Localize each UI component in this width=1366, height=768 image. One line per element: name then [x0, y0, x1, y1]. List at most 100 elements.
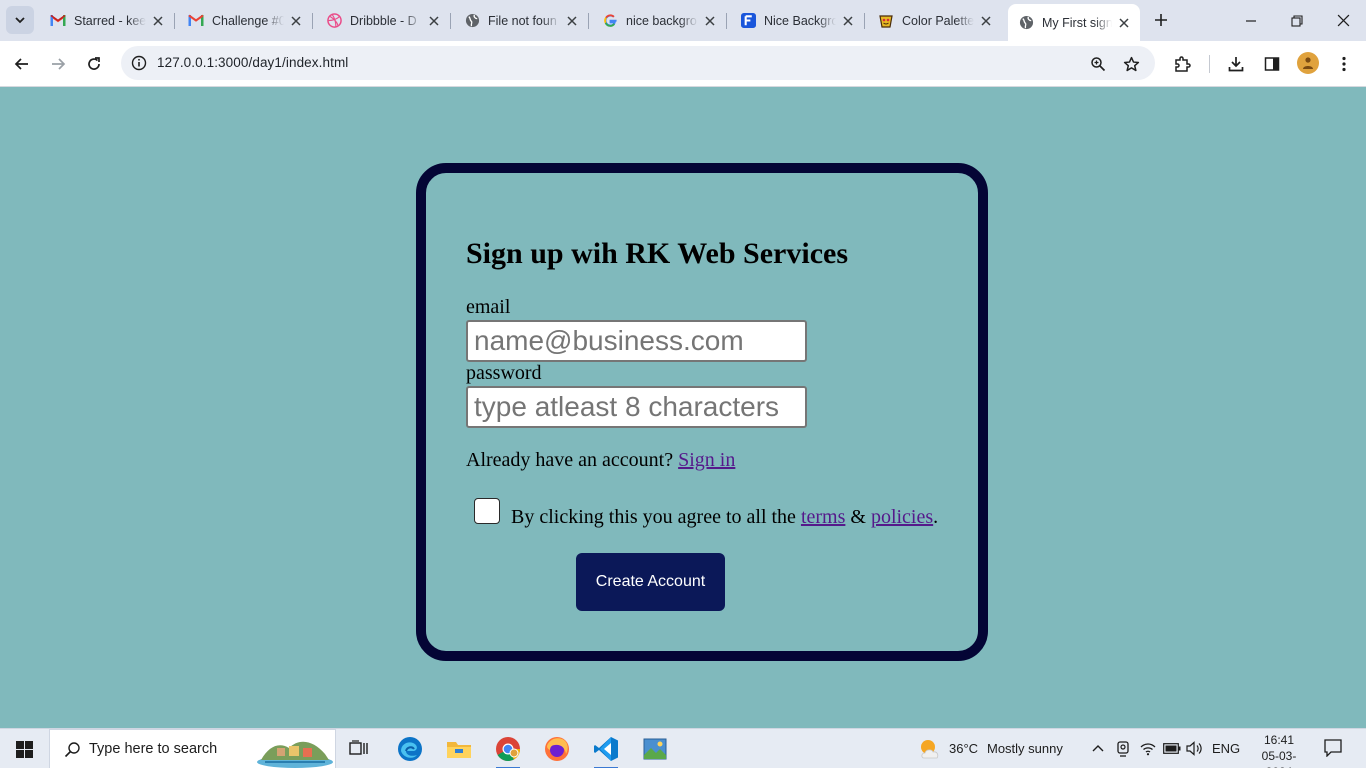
- restore-icon: [1291, 14, 1303, 27]
- browser-menu-button[interactable]: [1329, 49, 1359, 79]
- windows-logo-icon: [15, 740, 33, 758]
- tab-file-not-found[interactable]: File not foun: [454, 6, 589, 35]
- close-tab-icon[interactable]: [564, 13, 580, 29]
- restore-button[interactable]: [1274, 0, 1320, 41]
- weather-condition[interactable]: Mostly sunny: [987, 741, 1063, 756]
- start-button[interactable]: [0, 729, 48, 768]
- gmail-icon: [188, 13, 204, 29]
- globe-icon: [464, 13, 480, 29]
- chevron-up-icon[interactable]: [1092, 743, 1104, 753]
- address-bar[interactable]: 127.0.0.1:3000/day1/index.html: [121, 46, 1155, 80]
- palette-icon: [878, 13, 894, 29]
- puzzle-icon: [1175, 56, 1191, 72]
- close-tab-icon[interactable]: [150, 13, 166, 29]
- taskbar-clock[interactable]: 16:41 05-03-2024: [1254, 732, 1304, 768]
- task-view-button[interactable]: [343, 733, 375, 765]
- tab-my-first-signup[interactable]: My First sign: [1008, 4, 1140, 41]
- agree-statement: By clicking this you agree to all the te…: [511, 506, 938, 529]
- close-tab-icon[interactable]: [1116, 15, 1132, 31]
- taskbar-photos[interactable]: [639, 733, 671, 765]
- download-icon: [1228, 57, 1244, 72]
- taskbar-firefox[interactable]: [541, 733, 573, 765]
- windows-taskbar: Type here to search 36°C Mostly sunny EN…: [0, 728, 1366, 768]
- taskbar-vscode[interactable]: [590, 733, 622, 768]
- taskbar-search-box[interactable]: Type here to search: [49, 729, 336, 768]
- edge-icon: [398, 737, 422, 761]
- weather-temperature[interactable]: 36°C: [949, 741, 978, 756]
- back-button[interactable]: [7, 49, 37, 79]
- firefox-icon: [545, 737, 569, 761]
- create-account-button[interactable]: Create Account: [576, 553, 725, 611]
- tab-separator: [174, 13, 175, 29]
- task-view-icon: [349, 740, 368, 755]
- tab-nice-backgrounds-search[interactable]: nice backgro: [592, 6, 727, 35]
- tab-nice-backgrounds[interactable]: Nice Backgro: [730, 6, 865, 35]
- close-tab-icon[interactable]: [702, 13, 718, 29]
- close-window-button[interactable]: [1320, 0, 1366, 41]
- browser-toolbar: 127.0.0.1:3000/day1/index.html: [0, 41, 1366, 87]
- agree-checkbox[interactable]: [474, 498, 500, 524]
- wifi-icon[interactable]: [1140, 741, 1156, 756]
- taskbar-edge[interactable]: [394, 733, 426, 765]
- period-text: .: [933, 506, 939, 528]
- terms-link[interactable]: terms: [801, 506, 845, 528]
- tab-title: My First sign: [1042, 15, 1112, 30]
- clock-time: 16:41: [1263, 733, 1295, 747]
- volume-icon[interactable]: [1186, 741, 1203, 756]
- close-tab-icon[interactable]: [288, 13, 304, 29]
- arrow-right-icon: [52, 58, 66, 70]
- chrome-icon: [496, 737, 520, 762]
- site-info-icon[interactable]: [129, 53, 149, 73]
- notifications-icon[interactable]: [1324, 739, 1342, 757]
- close-tab-icon[interactable]: [978, 13, 994, 29]
- tab-color-palette[interactable]: Color Palette: [868, 6, 1002, 35]
- search-highlight-illustration-icon: [257, 741, 333, 768]
- page-title: Sign up wih RK Web Services: [466, 237, 849, 270]
- password-field[interactable]: [466, 386, 807, 428]
- tab-dribbble[interactable]: Dribbble - D: [316, 6, 451, 35]
- meet-now-icon[interactable]: [1116, 741, 1130, 757]
- globe-icon: [1018, 15, 1034, 31]
- taskbar-chrome[interactable]: [492, 733, 524, 768]
- reload-button[interactable]: [79, 49, 109, 79]
- arrow-left-icon: [14, 58, 28, 70]
- signin-prompt-text: Already have an account?: [466, 449, 674, 471]
- tab-separator: [312, 13, 313, 29]
- input-language[interactable]: ENG: [1212, 741, 1240, 756]
- extensions-button[interactable]: [1167, 49, 1197, 79]
- tab-title: Starred - kee: [74, 13, 146, 28]
- ampersand-text: &: [850, 506, 866, 528]
- bookmark-star-icon[interactable]: [1120, 53, 1142, 75]
- close-tab-icon[interactable]: [840, 13, 856, 29]
- minimize-button[interactable]: [1228, 0, 1274, 41]
- dribbble-icon: [326, 13, 342, 29]
- forward-button[interactable]: [43, 49, 73, 79]
- avatar-icon: [1303, 57, 1313, 69]
- url-text[interactable]: 127.0.0.1:3000/day1/index.html: [157, 55, 348, 70]
- tab-title: Color Palette: [902, 13, 974, 28]
- sign-in-link[interactable]: Sign in: [678, 449, 735, 471]
- new-tab-button[interactable]: [1148, 7, 1174, 33]
- email-field[interactable]: [466, 320, 807, 362]
- zoom-icon[interactable]: [1087, 53, 1109, 75]
- side-panel-button[interactable]: [1257, 49, 1287, 79]
- tab-title: nice backgro: [626, 13, 697, 28]
- minimize-icon: [1246, 19, 1256, 22]
- policies-link[interactable]: policies: [871, 506, 933, 528]
- tab-challenge[interactable]: Challenge #0: [178, 6, 313, 35]
- battery-icon[interactable]: [1163, 743, 1181, 754]
- plus-icon: [1155, 14, 1167, 26]
- profile-avatar[interactable]: [1297, 52, 1319, 74]
- f-app-icon: [740, 13, 756, 29]
- taskbar-file-explorer[interactable]: [443, 733, 475, 765]
- search-icon: [62, 739, 82, 759]
- tab-starred[interactable]: Starred - kee: [40, 6, 175, 35]
- email-label: email: [466, 296, 511, 318]
- tab-search-button[interactable]: [6, 6, 34, 34]
- agree-text: By clicking this you agree to all the: [511, 506, 796, 528]
- downloads-button[interactable]: [1221, 49, 1251, 79]
- tab-title: Nice Backgro: [764, 13, 836, 28]
- password-label: password: [466, 362, 542, 384]
- close-tab-icon[interactable]: [426, 13, 442, 29]
- folder-icon: [447, 742, 471, 758]
